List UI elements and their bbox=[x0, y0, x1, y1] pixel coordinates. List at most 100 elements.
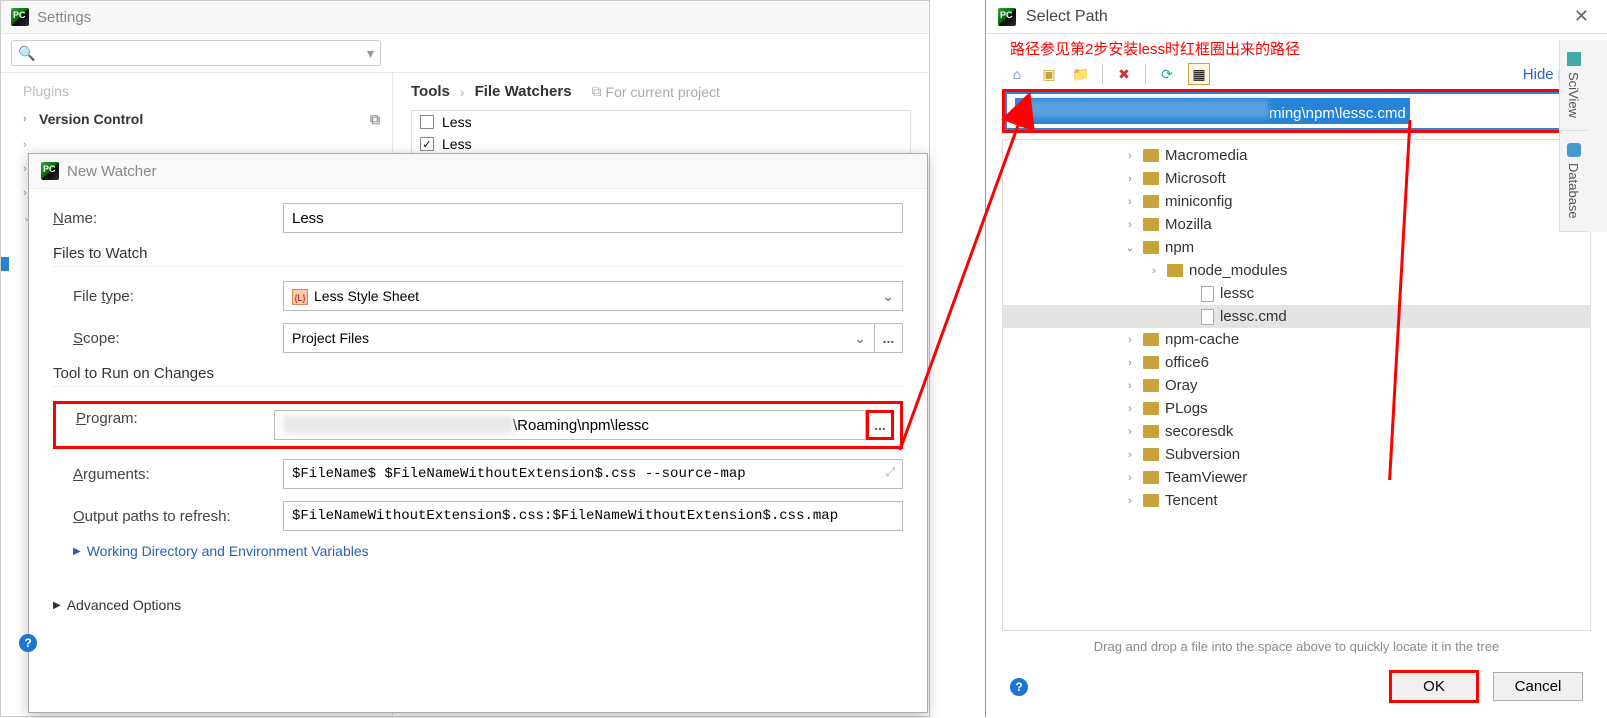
chevron-right-icon: › bbox=[460, 84, 465, 100]
working-directory-expander[interactable]: ▶ Working Directory and Environment Vari… bbox=[53, 543, 903, 559]
scope-combo[interactable]: Project Files ⌄ bbox=[283, 323, 875, 353]
folder-icon bbox=[1143, 241, 1159, 254]
sciview-tab[interactable]: SciView bbox=[1560, 40, 1587, 131]
name-input[interactable] bbox=[283, 203, 903, 233]
output-paths-label: Output paths to refresh: bbox=[73, 508, 283, 525]
folder-icon bbox=[1143, 218, 1159, 231]
tree-row[interactable]: › Oray bbox=[1003, 374, 1590, 397]
pycharm-icon bbox=[998, 8, 1016, 26]
chevron-right-icon[interactable]: › bbox=[1123, 173, 1137, 185]
program-browse-button[interactable]: ... bbox=[866, 410, 894, 440]
chevron-down-icon[interactable]: ⌄ bbox=[1123, 241, 1137, 254]
tree-row[interactable]: lessc bbox=[1003, 282, 1590, 305]
chevron-right-icon[interactable]: › bbox=[1123, 380, 1137, 392]
triangle-right-icon: ▶ bbox=[73, 546, 81, 557]
scope-browse-button[interactable]: ... bbox=[875, 323, 903, 353]
sidebar-item-plugins[interactable]: Plugins bbox=[1, 77, 392, 105]
tree-row[interactable]: ›PLogs bbox=[1003, 397, 1590, 420]
chevron-right-icon[interactable]: › bbox=[1123, 403, 1137, 415]
arguments-input[interactable] bbox=[283, 459, 903, 489]
for-current-project: ⧉For current project bbox=[592, 83, 720, 100]
new-watcher-dialog: New Watcher Name: Files to Watch File ty… bbox=[28, 153, 928, 713]
tree-label: secoresdk bbox=[1165, 423, 1233, 440]
checkbox-checked[interactable]: ✓ bbox=[420, 137, 434, 151]
path-input[interactable]: ming\npm\lessc.cmd bbox=[1005, 92, 1569, 130]
tree-row[interactable]: ⌄ npm bbox=[1003, 236, 1590, 259]
tree-row[interactable]: lessc.cmd bbox=[1003, 305, 1590, 328]
chevron-right-icon[interactable]: › bbox=[1123, 196, 1137, 208]
advanced-options-expander[interactable]: ▶ Advanced Options bbox=[53, 597, 903, 613]
watcher-list: Less ✓ Less bbox=[411, 110, 911, 156]
chevron-right-icon[interactable]: › bbox=[1123, 495, 1137, 507]
cancel-button[interactable]: Cancel bbox=[1493, 672, 1583, 701]
delete-icon[interactable]: ✖ bbox=[1113, 63, 1135, 85]
pycharm-icon bbox=[11, 8, 29, 26]
tree-row[interactable]: › Tencent bbox=[1003, 489, 1590, 512]
tree-row[interactable]: ›Microsoft bbox=[1003, 167, 1590, 190]
chevron-right-icon[interactable]: › bbox=[1123, 150, 1137, 162]
triangle-right-icon: ▶ bbox=[53, 600, 61, 611]
close-icon[interactable]: ✕ bbox=[1568, 6, 1595, 27]
chevron-right-icon[interactable]: › bbox=[1147, 265, 1161, 277]
tree-row[interactable]: › secoresdk bbox=[1003, 420, 1590, 443]
watcher-label: Less bbox=[442, 136, 472, 152]
watcher-row[interactable]: ✓ Less bbox=[412, 133, 910, 155]
show-hidden-icon[interactable]: ▦ bbox=[1188, 63, 1210, 85]
tree-row[interactable]: ›Subversion bbox=[1003, 443, 1590, 466]
tree-row[interactable]: ›node_modules bbox=[1003, 259, 1590, 282]
filetype-combo[interactable]: {L}Less Style Sheet ⌄ bbox=[283, 281, 903, 311]
settings-search-row: 🔍 ▾ bbox=[1, 34, 929, 73]
refresh-icon[interactable]: ⟳ bbox=[1156, 63, 1178, 85]
chevron-right-icon[interactable]: › bbox=[1123, 219, 1137, 231]
chevron-right-icon[interactable]: › bbox=[1123, 357, 1137, 369]
section-files-to-watch: Files to Watch bbox=[53, 245, 903, 267]
arguments-label: Arguments: bbox=[73, 466, 283, 483]
tree-label: Tencent bbox=[1165, 492, 1218, 509]
settings-search-input[interactable]: 🔍 ▾ bbox=[11, 40, 381, 66]
database-icon bbox=[1567, 143, 1581, 157]
chevron-down-icon: ⌄ bbox=[882, 288, 894, 305]
tree-row[interactable]: › TeamViewer bbox=[1003, 466, 1590, 489]
chevron-right-icon[interactable]: › bbox=[1123, 449, 1137, 461]
tree-label: lessc.cmd bbox=[1220, 308, 1287, 325]
section-tool-to-run: Tool to Run on Changes bbox=[53, 365, 903, 387]
tree-label: Oray bbox=[1165, 377, 1198, 394]
settings-titlebar: Settings bbox=[1, 1, 929, 34]
filetype-label: File type: bbox=[73, 288, 283, 305]
tree-label: npm bbox=[1165, 239, 1194, 256]
help-icon[interactable]: ? bbox=[19, 634, 37, 652]
home-icon[interactable]: ⌂ bbox=[1006, 63, 1028, 85]
new-folder-icon[interactable]: 📁 bbox=[1070, 63, 1092, 85]
hint-text: Drag and drop a file into the space abov… bbox=[986, 631, 1607, 662]
tree-row[interactable]: ›miniconfig bbox=[1003, 190, 1590, 213]
chevron-right-icon[interactable]: › bbox=[1123, 472, 1137, 484]
tree-row[interactable]: ›npm-cache bbox=[1003, 328, 1590, 351]
tree-row[interactable]: ›Macromedia bbox=[1003, 144, 1590, 167]
chevron-right-icon[interactable]: › bbox=[1123, 334, 1137, 346]
combo-value: Project Files bbox=[292, 330, 369, 346]
watcher-row[interactable]: Less bbox=[412, 111, 910, 133]
project-folder-icon[interactable]: ▣ bbox=[1038, 63, 1060, 85]
sidebar-item-version-control[interactable]: › Version Control ⧉ bbox=[1, 105, 392, 133]
ok-button[interactable]: OK bbox=[1389, 670, 1479, 703]
sciview-icon bbox=[1567, 52, 1581, 66]
file-tree[interactable]: ›Macromedia›Microsoft›miniconfig›Mozilla… bbox=[1002, 139, 1591, 631]
help-icon[interactable]: ? bbox=[1010, 678, 1028, 696]
tree-label: TeamViewer bbox=[1165, 469, 1247, 486]
search-icon: 🔍 bbox=[18, 45, 35, 62]
chevron-right-icon[interactable]: › bbox=[1123, 426, 1137, 438]
program-input[interactable]: \Roaming\npm\lessc bbox=[274, 410, 866, 440]
expand-icon[interactable]: ⤢ bbox=[885, 465, 895, 480]
folder-icon bbox=[1143, 149, 1159, 162]
folder-icon bbox=[1143, 471, 1159, 484]
pycharm-icon bbox=[41, 162, 59, 180]
copy-icon: ⧉ bbox=[370, 111, 380, 128]
breadcrumb-main[interactable]: Tools bbox=[411, 83, 450, 100]
database-tab[interactable]: Database bbox=[1560, 131, 1587, 232]
tree-row[interactable]: ›Mozilla bbox=[1003, 213, 1590, 236]
output-paths-input[interactable] bbox=[283, 501, 903, 531]
tree-row[interactable]: ›office6 bbox=[1003, 351, 1590, 374]
checkbox-unchecked[interactable] bbox=[420, 115, 434, 129]
name-label: Name: bbox=[53, 210, 283, 227]
tree-label: lessc bbox=[1220, 285, 1254, 302]
